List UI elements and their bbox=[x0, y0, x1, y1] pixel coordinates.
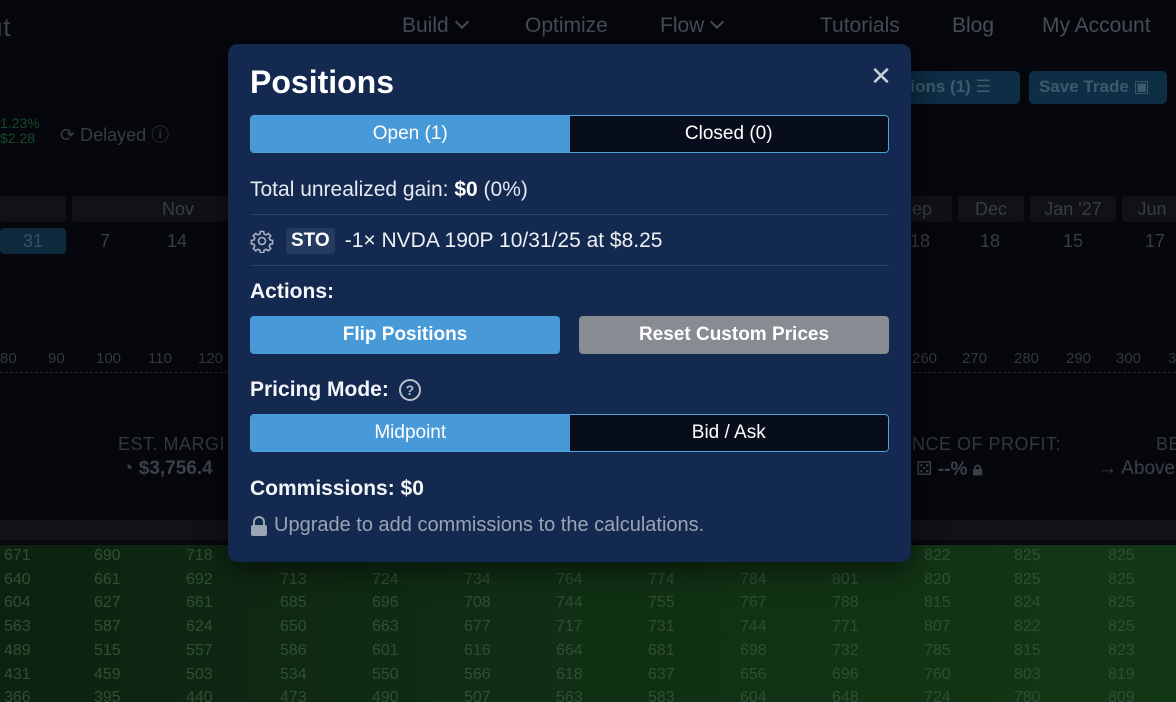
commissions-label: Commissions: $0 bbox=[250, 477, 424, 500]
upgrade-notice: Upgrade to add commissions to the calcul… bbox=[250, 514, 704, 537]
flip-positions-button[interactable]: Flip Positions bbox=[250, 316, 560, 354]
pricing-mode-text: Pricing Mode: bbox=[250, 378, 389, 401]
gear-icon[interactable] bbox=[250, 229, 274, 253]
total-unrealized-gain: Total unrealized gain: $0 (0%) bbox=[250, 178, 528, 202]
gain-label: Total unrealized gain: bbox=[250, 178, 449, 201]
tab-open[interactable]: Open (1) bbox=[251, 116, 570, 152]
close-icon[interactable]: ✕ bbox=[869, 63, 893, 89]
position-description: -1× NVDA 190P 10/31/25 at $8.25 bbox=[344, 229, 663, 252]
lock-icon bbox=[251, 515, 267, 536]
tab-closed[interactable]: Closed (0) bbox=[569, 116, 888, 152]
modal-title: Positions bbox=[250, 64, 395, 100]
positions-tabs: Open (1) Closed (0) bbox=[250, 115, 889, 153]
reset-custom-prices-button[interactable]: Reset Custom Prices bbox=[579, 316, 889, 354]
help-icon[interactable]: ? bbox=[398, 379, 421, 401]
positions-modal: Positions ✕ Open (1) Closed (0) Total un… bbox=[228, 44, 911, 562]
upgrade-text: Upgrade to add commissions to the calcul… bbox=[274, 514, 705, 536]
gain-value: $0 bbox=[454, 178, 478, 201]
pricing-mode-label: Pricing Mode: ? bbox=[250, 378, 421, 402]
pricing-midpoint[interactable]: Midpoint bbox=[251, 415, 570, 451]
position-row: STO -1× NVDA 190P 10/31/25 at $8.25 bbox=[250, 226, 663, 256]
pricing-mode-toggle: Midpoint Bid / Ask bbox=[250, 414, 889, 452]
side-badge: STO bbox=[286, 228, 335, 254]
pricing-bid-ask[interactable]: Bid / Ask bbox=[569, 415, 888, 451]
divider bbox=[250, 265, 889, 266]
gain-pct: (0%) bbox=[483, 178, 528, 201]
actions-label: Actions: bbox=[250, 280, 334, 303]
divider bbox=[250, 214, 889, 215]
